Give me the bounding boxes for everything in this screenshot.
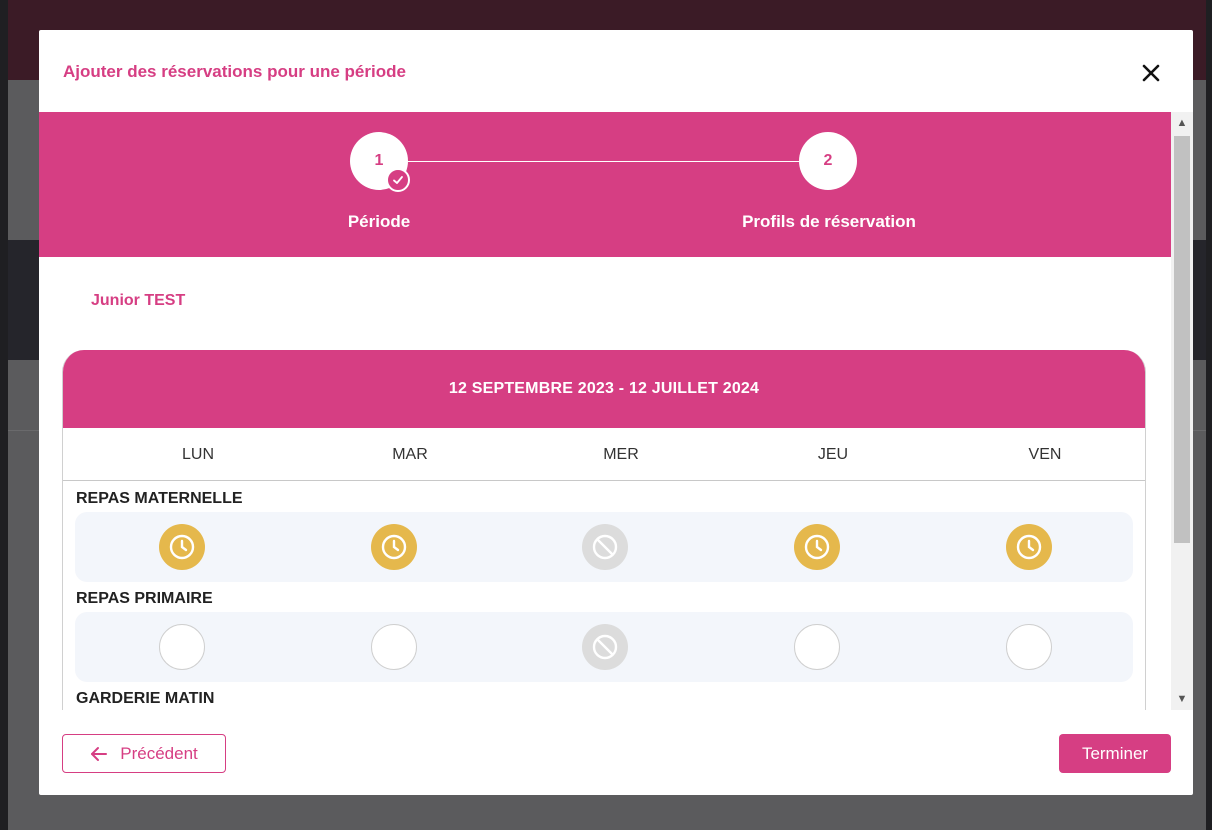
slot-row-repas-maternelle <box>75 512 1133 582</box>
weekday-header: LUN MAR MER JEU VEN <box>63 428 1145 481</box>
child-name: Junior TEST <box>91 292 186 309</box>
slot-maternelle-wed <box>582 524 628 570</box>
slot-maternelle-fri[interactable] <box>1006 524 1052 570</box>
scroll-up-icon[interactable]: ▲ <box>1171 112 1193 134</box>
clock-icon <box>804 534 830 560</box>
stepper-connector <box>381 161 826 162</box>
modal-footer: Précédent Terminer <box>39 710 1193 795</box>
slot-row-repas-primaire <box>75 612 1133 682</box>
clock-icon <box>169 534 195 560</box>
modal-content: 1 2 Période Profils de réservation Junio… <box>39 112 1193 710</box>
scroll-thumb[interactable] <box>1174 136 1190 543</box>
step-1-label: Période <box>347 212 411 231</box>
background-edge-left <box>0 0 8 830</box>
clock-icon <box>1016 534 1042 560</box>
finish-button-label: Terminer <box>1081 743 1149 763</box>
clock-icon <box>381 534 407 560</box>
check-icon <box>393 176 403 184</box>
arrow-left-icon <box>91 746 108 761</box>
modal-title: Ajouter des réservations pour une périod… <box>63 62 406 81</box>
scroll-down-icon[interactable]: ▼ <box>1171 688 1193 710</box>
weekday-mon: LUN <box>181 446 214 463</box>
section-title-garderie-matin: GARDERIE MATIN <box>76 690 215 707</box>
step-1-number: 1 <box>374 152 384 169</box>
ban-icon <box>592 534 618 560</box>
slot-primaire-mon[interactable] <box>159 624 205 670</box>
previous-button[interactable]: Précédent <box>62 734 226 773</box>
slot-maternelle-thu[interactable] <box>794 524 840 570</box>
slot-maternelle-tue[interactable] <box>371 524 417 570</box>
calendar-period: 12 SEPTEMBRE 2023 - 12 JUILLET 2024 <box>63 350 1145 428</box>
section-title-repas-maternelle: REPAS MATERNELLE <box>76 490 243 507</box>
weekday-thu: JEU <box>817 446 849 463</box>
modal-header: Ajouter des réservations pour une périod… <box>39 30 1193 112</box>
step-1-check-badge <box>386 168 410 192</box>
close-button[interactable] <box>1136 58 1166 88</box>
step-2-label: Profils de réservation <box>742 212 916 231</box>
step-2-circle[interactable]: 2 <box>799 132 857 190</box>
weekday-tue: MAR <box>392 446 428 463</box>
slot-maternelle-mon[interactable] <box>159 524 205 570</box>
slot-primaire-wed <box>582 624 628 670</box>
slot-primaire-thu[interactable] <box>794 624 840 670</box>
section-title-repas-primaire: REPAS PRIMAIRE <box>76 590 213 607</box>
stepper: 1 2 Période Profils de réservation <box>39 112 1171 257</box>
modal-scrollbar[interactable]: ▲ ▼ <box>1171 112 1193 710</box>
weekday-wed: MER <box>603 446 639 463</box>
slot-primaire-fri[interactable] <box>1006 624 1052 670</box>
ban-icon <box>592 634 618 660</box>
step-2-number: 2 <box>823 152 833 169</box>
background-edge-right <box>1206 0 1212 830</box>
weekday-fri: VEN <box>1028 446 1062 463</box>
previous-button-label: Précédent <box>120 743 198 763</box>
reservation-modal: Ajouter des réservations pour une périod… <box>39 30 1193 795</box>
slot-primaire-tue[interactable] <box>371 624 417 670</box>
finish-button[interactable]: Terminer <box>1059 734 1171 773</box>
calendar-card: 12 SEPTEMBRE 2023 - 12 JUILLET 2024 LUN … <box>62 350 1146 710</box>
close-icon <box>1142 64 1160 82</box>
